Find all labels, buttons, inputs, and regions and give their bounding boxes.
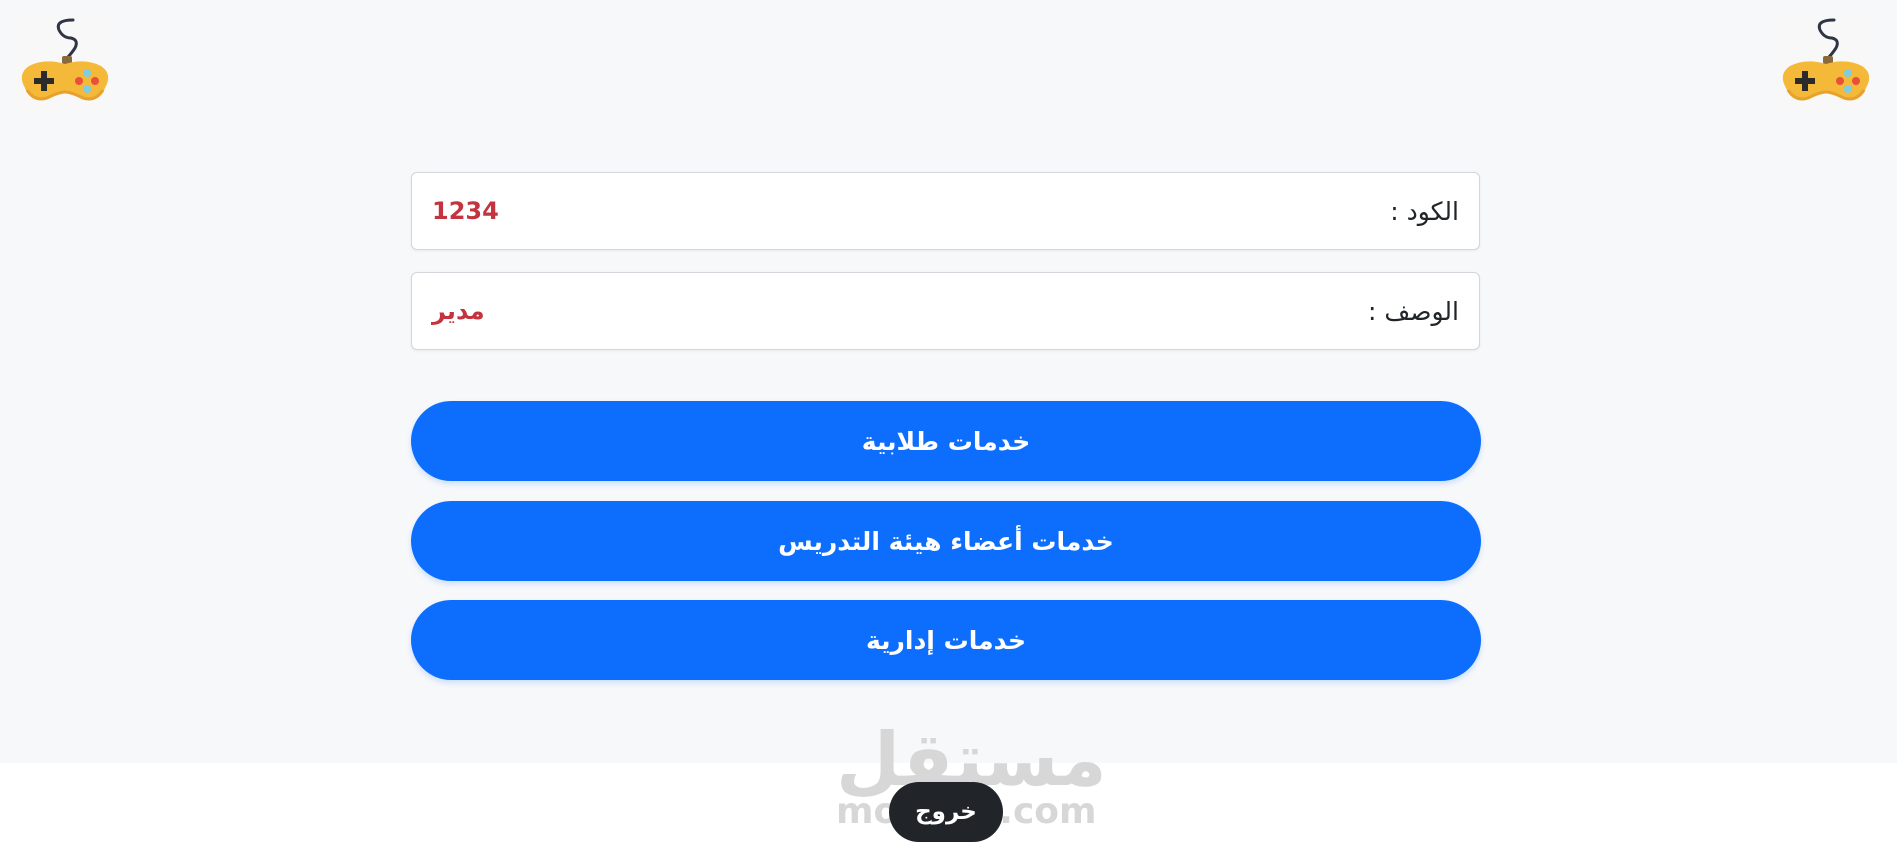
description-label: الوصف : [1368,296,1459,326]
gamepad-icon [21,18,109,101]
gamepad-logo-left [15,12,115,112]
logout-button[interactable]: خروج [889,782,1003,842]
code-value: 1234 [432,197,499,225]
admin-services-button[interactable]: خدمات إدارية [411,600,1481,680]
student-services-button[interactable]: خدمات طلابية [411,401,1481,481]
faculty-services-button[interactable]: خدمات أعضاء هيئة التدريس [411,501,1481,581]
gamepad-logo-right [1776,12,1876,112]
description-value: مدير [432,297,485,325]
description-info-box: مدير الوصف : [411,272,1480,350]
code-info-box: 1234 الكود : [411,172,1480,250]
code-label: الكود : [1390,196,1459,226]
gamepad-icon [1782,18,1870,101]
